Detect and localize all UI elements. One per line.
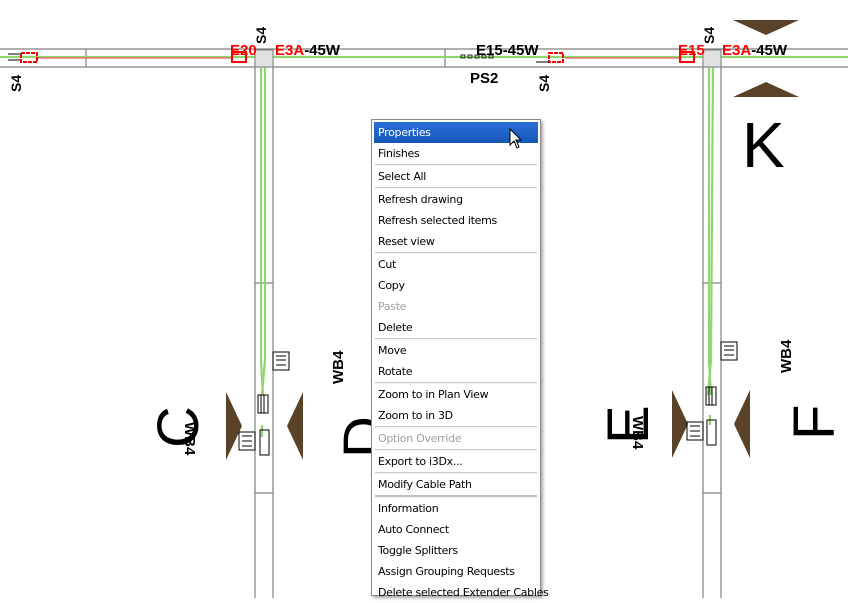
fixture-wattage: -45W [751, 42, 788, 59]
menu-item-refresh-drawing[interactable]: Refresh drawing [374, 189, 538, 210]
wall-label-wb4: WB4 [778, 339, 795, 373]
grid-label-f: F [782, 404, 847, 440]
menu-item-zoom-3d[interactable]: Zoom to in 3D [374, 405, 538, 426]
menu-item-cut[interactable]: Cut [374, 254, 538, 275]
fixture-code-e3a: E3A [275, 42, 305, 59]
menu-item-modify-cable-path[interactable]: Modify Cable Path [374, 474, 538, 495]
arrow-pointer-icon [509, 128, 523, 149]
menu-item-copy[interactable]: Copy [374, 275, 538, 296]
wall-label-wb4: WB4 [330, 350, 347, 384]
grid-label-k: K [742, 109, 785, 181]
fixture-wattage: -45W [304, 42, 341, 59]
menu-item-assign-grouping-requests[interactable]: Assign Grouping Requests [374, 561, 538, 582]
menu-item-reset-view[interactable]: Reset view [374, 231, 538, 252]
wall-label-s4: S4 [536, 74, 552, 92]
fixture-label-e20: E20 [230, 42, 257, 59]
menu-item-move[interactable]: Move [374, 340, 538, 361]
menu-item-export-i3dx[interactable]: Export to i3Dx... [374, 451, 538, 472]
menu-item-paste: Paste [378, 300, 407, 313]
fixture-label-right: E3A-45W [722, 43, 787, 58]
menu-item-toggle-splitters[interactable]: Toggle Splitters [374, 540, 538, 561]
menu-item-option-override: Option Override [378, 432, 462, 445]
fixture-label-left: E3A-45W [275, 43, 340, 58]
fixture-label-ps2: PS2 [470, 70, 499, 87]
menu-item-auto-connect[interactable]: Auto Connect [374, 519, 538, 540]
menu-item-refresh-selected-items[interactable]: Refresh selected items [374, 210, 538, 231]
fixture-code-e3a: E3A [722, 42, 752, 59]
menu-item-delete[interactable]: Delete [374, 317, 538, 338]
context-menu[interactable]: Properties Finishes Select All Refresh d… [371, 119, 549, 599]
menu-item-delete-extender-cables[interactable]: Delete selected Extender Cables [374, 582, 549, 603]
grid-label-e: E [596, 405, 661, 444]
wall-label-s4: S4 [8, 74, 24, 92]
fixture-label-e15-45w: E15-45W [476, 42, 539, 59]
menu-item-select-all[interactable]: Select All [374, 166, 538, 187]
menu-item-zoom-plan-view[interactable]: Zoom to in Plan View [374, 384, 538, 405]
menu-item-rotate[interactable]: Rotate [374, 361, 538, 382]
fixture-label-e15: E15 [678, 42, 705, 59]
menu-item-information[interactable]: Information [374, 498, 538, 519]
grid-label-c: C [146, 406, 211, 448]
